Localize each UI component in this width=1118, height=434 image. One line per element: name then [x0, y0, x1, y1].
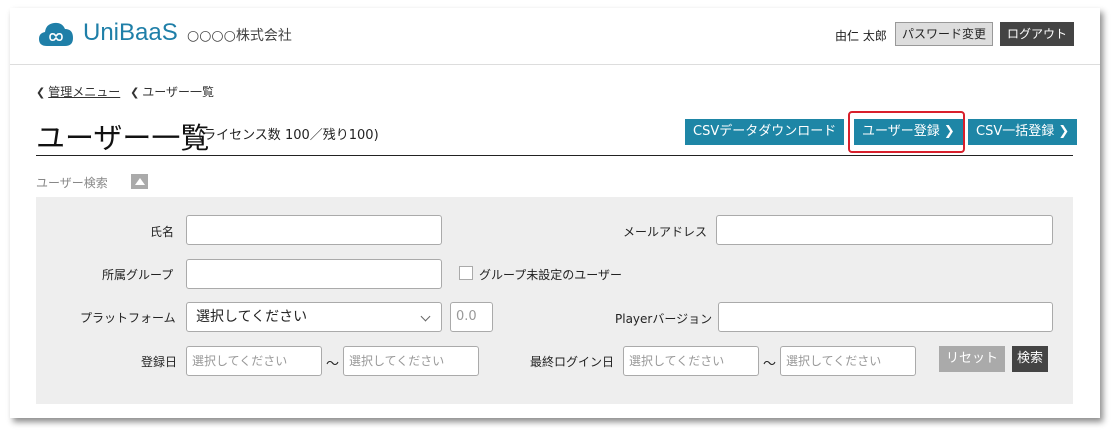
login-range-separator: ～ — [763, 357, 777, 372]
breadcrumb-current: ユーザー一覧 — [142, 85, 215, 99]
breadcrumb-admin-menu[interactable]: 管理メニュー — [48, 85, 120, 99]
player-version-input[interactable] — [718, 302, 1053, 332]
page-title: ユーザー一覧 — [36, 121, 210, 155]
csv-download-button[interactable]: CSVデータダウンロード — [685, 119, 845, 145]
platform-selected-value: 選択してください — [196, 309, 308, 325]
search-section-label: ユーザー検索 — [36, 176, 108, 190]
title-divider — [36, 155, 1073, 156]
platform-label: プラットフォーム — [80, 311, 176, 325]
platform-version-input[interactable]: 0.0 — [450, 302, 493, 332]
header: UniBaaS ○○○○株式会社 由仁 太郎 パスワード変更 ログアウト — [10, 8, 1100, 65]
chevron-left-icon: ❮ — [130, 86, 140, 99]
name-input[interactable] — [186, 215, 442, 245]
email-label: メールアドレス — [623, 225, 708, 239]
registered-date-from-input[interactable]: 選択してください — [186, 346, 322, 376]
email-input[interactable] — [716, 215, 1053, 245]
date-range-separator: ～ — [326, 357, 340, 372]
cloud-logo-icon — [39, 22, 73, 46]
last-login-from-input[interactable]: 選択してください — [623, 346, 759, 376]
group-input[interactable] — [186, 259, 442, 289]
chevron-down-icon — [420, 311, 431, 322]
ungrouped-checkbox[interactable] — [459, 266, 473, 280]
last-login-label: 最終ログイン日 — [530, 355, 615, 369]
breadcrumb: ❮ 管理メニュー ❮ ユーザー一覧 — [36, 83, 214, 100]
highlight-box — [848, 111, 965, 153]
registered-date-to-input[interactable]: 選択してください — [343, 346, 479, 376]
registered-date-label: 登録日 — [141, 355, 178, 369]
password-change-button[interactable]: パスワード変更 — [895, 22, 994, 46]
app-logo-text: UniBaaS — [83, 19, 178, 46]
name-label: 氏名 — [150, 225, 175, 239]
group-label: 所属グループ — [102, 268, 174, 282]
collapse-toggle-icon[interactable] — [131, 174, 148, 189]
current-user-name: 由仁 太郎 — [835, 29, 887, 43]
app-window: UniBaaS ○○○○株式会社 由仁 太郎 パスワード変更 ログアウト ❮ 管理… — [10, 8, 1100, 418]
last-login-to-input[interactable]: 選択してください — [780, 346, 916, 376]
platform-select[interactable]: 選択してください — [186, 302, 442, 332]
company-name: ○○○○株式会社 — [187, 28, 292, 44]
player-version-label: Playerバージョン — [615, 312, 713, 326]
csv-bulk-register-button[interactable]: CSV一括登録 ❯ — [968, 119, 1078, 145]
logout-button[interactable]: ログアウト — [1000, 22, 1075, 46]
search-panel: 氏名 メールアドレス 所属グループ グループ未設定のユーザー プラットフォーム … — [36, 197, 1073, 404]
search-button[interactable]: 検索 — [1012, 346, 1049, 372]
license-info: (ライセンス数 100／残り100) — [198, 128, 379, 143]
ungrouped-label: グループ未設定のユーザー — [479, 268, 623, 282]
chevron-left-icon: ❮ — [36, 86, 46, 99]
reset-button[interactable]: リセット — [939, 346, 1006, 372]
